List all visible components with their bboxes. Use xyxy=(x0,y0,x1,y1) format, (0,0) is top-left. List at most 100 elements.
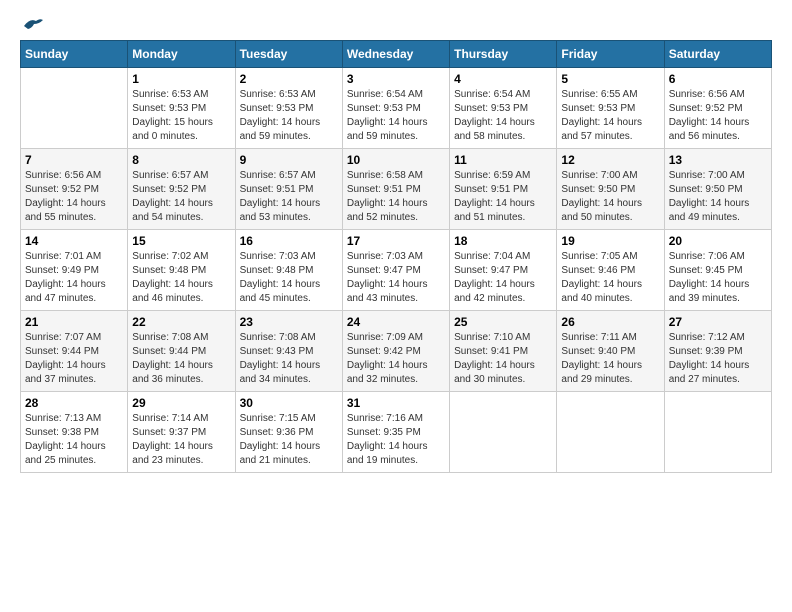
sunrise-text: Sunrise: 7:10 AM xyxy=(454,332,530,343)
day-info: Sunrise: 6:55 AM Sunset: 9:53 PM Dayligh… xyxy=(561,88,659,144)
calendar-header-friday: Friday xyxy=(557,41,664,68)
sunrise-text: Sunrise: 7:08 AM xyxy=(132,332,208,343)
daylight-text: Daylight: 14 hours and 53 minutes. xyxy=(240,198,321,223)
sunrise-text: Sunrise: 7:13 AM xyxy=(25,413,101,424)
sunrise-text: Sunrise: 7:06 AM xyxy=(669,251,745,262)
sunset-text: Sunset: 9:38 PM xyxy=(25,427,99,438)
sunrise-text: Sunrise: 6:56 AM xyxy=(669,89,745,100)
day-info: Sunrise: 7:12 AM Sunset: 9:39 PM Dayligh… xyxy=(669,331,767,387)
calendar-week-row: 28 Sunrise: 7:13 AM Sunset: 9:38 PM Dayl… xyxy=(21,392,772,473)
daylight-text: Daylight: 14 hours and 39 minutes. xyxy=(669,279,750,304)
calendar-cell: 30 Sunrise: 7:15 AM Sunset: 9:36 PM Dayl… xyxy=(235,392,342,473)
calendar-week-row: 1 Sunrise: 6:53 AM Sunset: 9:53 PM Dayli… xyxy=(21,68,772,149)
sunset-text: Sunset: 9:50 PM xyxy=(561,184,635,195)
sunset-text: Sunset: 9:37 PM xyxy=(132,427,206,438)
sunset-text: Sunset: 9:46 PM xyxy=(561,265,635,276)
daylight-text: Daylight: 14 hours and 43 minutes. xyxy=(347,279,428,304)
sunrise-text: Sunrise: 7:04 AM xyxy=(454,251,530,262)
sunset-text: Sunset: 9:48 PM xyxy=(132,265,206,276)
day-info: Sunrise: 7:15 AM Sunset: 9:36 PM Dayligh… xyxy=(240,412,338,468)
calendar-cell: 15 Sunrise: 7:02 AM Sunset: 9:48 PM Dayl… xyxy=(128,230,235,311)
day-info: Sunrise: 7:16 AM Sunset: 9:35 PM Dayligh… xyxy=(347,412,445,468)
daylight-text: Daylight: 14 hours and 47 minutes. xyxy=(25,279,106,304)
sunset-text: Sunset: 9:35 PM xyxy=(347,427,421,438)
sunrise-text: Sunrise: 7:14 AM xyxy=(132,413,208,424)
day-info: Sunrise: 7:13 AM Sunset: 9:38 PM Dayligh… xyxy=(25,412,123,468)
calendar-cell: 5 Sunrise: 6:55 AM Sunset: 9:53 PM Dayli… xyxy=(557,68,664,149)
day-number: 7 xyxy=(25,153,123,167)
calendar-header-row: SundayMondayTuesdayWednesdayThursdayFrid… xyxy=(21,41,772,68)
calendar-cell: 12 Sunrise: 7:00 AM Sunset: 9:50 PM Dayl… xyxy=(557,149,664,230)
calendar-cell: 24 Sunrise: 7:09 AM Sunset: 9:42 PM Dayl… xyxy=(342,311,449,392)
sunset-text: Sunset: 9:53 PM xyxy=(454,103,528,114)
sunset-text: Sunset: 9:45 PM xyxy=(669,265,743,276)
calendar-cell: 20 Sunrise: 7:06 AM Sunset: 9:45 PM Dayl… xyxy=(664,230,771,311)
sunset-text: Sunset: 9:42 PM xyxy=(347,346,421,357)
day-info: Sunrise: 7:09 AM Sunset: 9:42 PM Dayligh… xyxy=(347,331,445,387)
sunrise-text: Sunrise: 7:16 AM xyxy=(347,413,423,424)
sunrise-text: Sunrise: 7:11 AM xyxy=(561,332,636,343)
sunset-text: Sunset: 9:44 PM xyxy=(25,346,99,357)
day-info: Sunrise: 7:08 AM Sunset: 9:43 PM Dayligh… xyxy=(240,331,338,387)
sunrise-text: Sunrise: 7:05 AM xyxy=(561,251,637,262)
calendar-cell xyxy=(557,392,664,473)
sunset-text: Sunset: 9:53 PM xyxy=(132,103,206,114)
daylight-text: Daylight: 14 hours and 25 minutes. xyxy=(25,441,106,466)
sunrise-text: Sunrise: 7:03 AM xyxy=(347,251,423,262)
calendar-table: SundayMondayTuesdayWednesdayThursdayFrid… xyxy=(20,40,772,473)
sunset-text: Sunset: 9:52 PM xyxy=(669,103,743,114)
day-info: Sunrise: 7:07 AM Sunset: 9:44 PM Dayligh… xyxy=(25,331,123,387)
day-number: 19 xyxy=(561,234,659,248)
sunset-text: Sunset: 9:52 PM xyxy=(132,184,206,195)
calendar-cell xyxy=(21,68,128,149)
calendar-cell: 29 Sunrise: 7:14 AM Sunset: 9:37 PM Dayl… xyxy=(128,392,235,473)
daylight-text: Daylight: 14 hours and 40 minutes. xyxy=(561,279,642,304)
daylight-text: Daylight: 14 hours and 37 minutes. xyxy=(25,360,106,385)
calendar-header-tuesday: Tuesday xyxy=(235,41,342,68)
calendar-header-thursday: Thursday xyxy=(450,41,557,68)
calendar-cell: 3 Sunrise: 6:54 AM Sunset: 9:53 PM Dayli… xyxy=(342,68,449,149)
day-number: 24 xyxy=(347,315,445,329)
calendar-header-saturday: Saturday xyxy=(664,41,771,68)
calendar-week-row: 7 Sunrise: 6:56 AM Sunset: 9:52 PM Dayli… xyxy=(21,149,772,230)
day-number: 21 xyxy=(25,315,123,329)
sunrise-text: Sunrise: 7:07 AM xyxy=(25,332,101,343)
daylight-text: Daylight: 14 hours and 21 minutes. xyxy=(240,441,321,466)
day-number: 30 xyxy=(240,396,338,410)
sunrise-text: Sunrise: 6:54 AM xyxy=(347,89,423,100)
calendar-cell: 8 Sunrise: 6:57 AM Sunset: 9:52 PM Dayli… xyxy=(128,149,235,230)
daylight-text: Daylight: 15 hours and 0 minutes. xyxy=(132,117,213,142)
day-number: 8 xyxy=(132,153,230,167)
day-number: 27 xyxy=(669,315,767,329)
calendar-cell: 13 Sunrise: 7:00 AM Sunset: 9:50 PM Dayl… xyxy=(664,149,771,230)
calendar-cell: 23 Sunrise: 7:08 AM Sunset: 9:43 PM Dayl… xyxy=(235,311,342,392)
calendar-cell: 17 Sunrise: 7:03 AM Sunset: 9:47 PM Dayl… xyxy=(342,230,449,311)
sunset-text: Sunset: 9:51 PM xyxy=(454,184,528,195)
daylight-text: Daylight: 14 hours and 57 minutes. xyxy=(561,117,642,142)
day-info: Sunrise: 6:54 AM Sunset: 9:53 PM Dayligh… xyxy=(347,88,445,144)
daylight-text: Daylight: 14 hours and 32 minutes. xyxy=(347,360,428,385)
calendar-cell: 26 Sunrise: 7:11 AM Sunset: 9:40 PM Dayl… xyxy=(557,311,664,392)
daylight-text: Daylight: 14 hours and 29 minutes. xyxy=(561,360,642,385)
day-number: 13 xyxy=(669,153,767,167)
day-number: 20 xyxy=(669,234,767,248)
sunset-text: Sunset: 9:53 PM xyxy=(240,103,314,114)
calendar-cell: 2 Sunrise: 6:53 AM Sunset: 9:53 PM Dayli… xyxy=(235,68,342,149)
sunset-text: Sunset: 9:44 PM xyxy=(132,346,206,357)
day-info: Sunrise: 6:54 AM Sunset: 9:53 PM Dayligh… xyxy=(454,88,552,144)
day-info: Sunrise: 7:14 AM Sunset: 9:37 PM Dayligh… xyxy=(132,412,230,468)
day-info: Sunrise: 6:56 AM Sunset: 9:52 PM Dayligh… xyxy=(25,169,123,225)
day-info: Sunrise: 6:57 AM Sunset: 9:51 PM Dayligh… xyxy=(240,169,338,225)
daylight-text: Daylight: 14 hours and 42 minutes. xyxy=(454,279,535,304)
day-info: Sunrise: 6:53 AM Sunset: 9:53 PM Dayligh… xyxy=(132,88,230,144)
day-info: Sunrise: 7:08 AM Sunset: 9:44 PM Dayligh… xyxy=(132,331,230,387)
day-info: Sunrise: 7:03 AM Sunset: 9:47 PM Dayligh… xyxy=(347,250,445,306)
daylight-text: Daylight: 14 hours and 36 minutes. xyxy=(132,360,213,385)
day-number: 6 xyxy=(669,72,767,86)
daylight-text: Daylight: 14 hours and 50 minutes. xyxy=(561,198,642,223)
calendar-week-row: 21 Sunrise: 7:07 AM Sunset: 9:44 PM Dayl… xyxy=(21,311,772,392)
calendar-week-row: 14 Sunrise: 7:01 AM Sunset: 9:49 PM Dayl… xyxy=(21,230,772,311)
day-number: 14 xyxy=(25,234,123,248)
calendar-header-sunday: Sunday xyxy=(21,41,128,68)
calendar-cell: 9 Sunrise: 6:57 AM Sunset: 9:51 PM Dayli… xyxy=(235,149,342,230)
